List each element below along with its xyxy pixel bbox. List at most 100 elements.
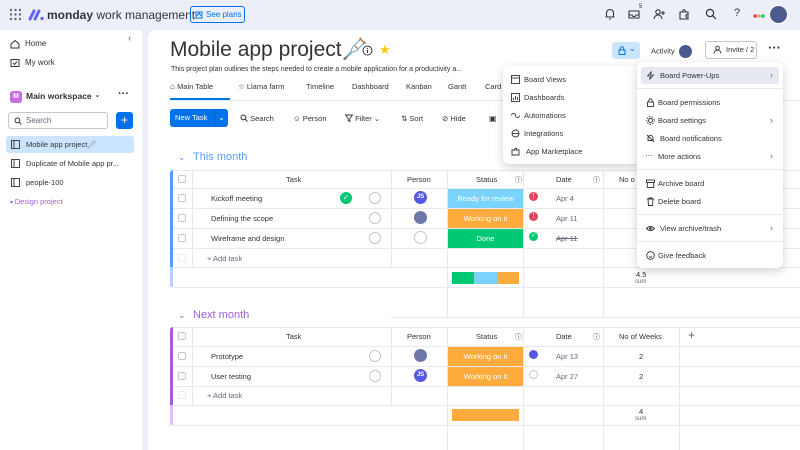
group-collapse-icon[interactable]: ⌄ [178, 310, 186, 321]
column-header-status[interactable]: Status [476, 332, 497, 341]
column-header-task[interactable]: Task [286, 175, 301, 184]
info-icon[interactable] [362, 45, 373, 56]
add-update-icon[interactable] [369, 370, 381, 382]
date-info-icon[interactable]: ⓘ [593, 175, 600, 185]
person-avatar[interactable] [414, 349, 427, 362]
group-collapse-icon[interactable]: ⌄ [178, 152, 186, 163]
sidebar-folder[interactable]: ▾ Design project [10, 197, 63, 206]
more-options-icon[interactable]: ··· [768, 40, 781, 55]
date-info-icon[interactable]: ⓘ [593, 332, 600, 342]
sidebar-board-item[interactable]: Duplicate of Mobile app pr... [6, 155, 134, 172]
menu-item-view-archive-trash[interactable]: View archive/trash › [641, 220, 779, 237]
menu-item-board-views[interactable]: Board Views [503, 71, 640, 88]
favorite-star-icon[interactable]: ★ [379, 42, 391, 58]
collapse-sidebar-icon[interactable]: ‹ [128, 33, 131, 44]
menu-item-board-power-ups[interactable]: Board Power-Ups › [641, 67, 779, 84]
weeks-cell[interactable]: 2 [639, 372, 643, 381]
add-item-button[interactable]: + [116, 112, 133, 129]
status-cell[interactable]: Ready for review [448, 189, 523, 208]
row-checkbox[interactable] [178, 352, 186, 360]
column-header-date[interactable]: Date [556, 332, 572, 341]
menu-item-dashboards[interactable]: Dashboards [503, 89, 640, 106]
group-title[interactable]: This month [193, 151, 247, 163]
status-cell[interactable]: Working on it [448, 367, 523, 386]
sidebar-board-item[interactable]: people-100 [6, 174, 134, 191]
status-info-icon[interactable]: ⓘ [515, 332, 522, 342]
row-checkbox[interactable] [178, 372, 186, 380]
board-lock-button[interactable]: ⌄ [612, 42, 640, 59]
bell-icon[interactable] [603, 7, 619, 23]
hide-tool[interactable]: ⊘ Hide [442, 114, 466, 123]
tab-timeline[interactable]: Timeline [306, 82, 334, 91]
board-description[interactable]: This project plan outlines the steps nee… [171, 66, 462, 73]
date-cell[interactable]: Apr 13 [556, 352, 578, 361]
person-avatar[interactable]: JS [414, 191, 427, 204]
task-name[interactable]: Wireframe and design [211, 234, 284, 243]
apps-puzzle-icon[interactable] [677, 7, 693, 23]
add-column-icon[interactable]: + [688, 328, 695, 342]
page-title[interactable]: Mobile app project🩼 [170, 38, 368, 62]
menu-item-delete-board[interactable]: Delete board [641, 193, 779, 210]
sidebar-board-item[interactable]: Mobile app project🩼 [6, 136, 134, 153]
row-checkbox[interactable] [178, 214, 186, 222]
status-cell[interactable]: Done [448, 229, 523, 248]
person-filter[interactable]: ☺ Person [293, 114, 327, 123]
task-name[interactable]: Kickoff meeting [211, 194, 262, 203]
add-task-input[interactable]: + Add task [207, 391, 242, 400]
person-avatar[interactable] [414, 211, 427, 224]
filter-tool[interactable]: Filter ⌄ [345, 114, 380, 123]
tab-gantt[interactable]: Gantt [448, 82, 466, 91]
status-cell[interactable]: Working on it [448, 347, 523, 366]
person-avatar[interactable]: JS [414, 369, 427, 382]
column-header-status[interactable]: Status [476, 175, 497, 184]
add-update-icon[interactable] [369, 212, 381, 224]
workspace-selector[interactable]: M Main workspace ⌄ ··· [10, 88, 134, 105]
menu-item-more-actions[interactable]: ··· More actions › [641, 148, 779, 165]
apps-grid-icon[interactable] [9, 8, 22, 21]
status-info-icon[interactable]: ⓘ [515, 175, 522, 185]
invite-members-icon[interactable] [652, 7, 668, 23]
date-cell[interactable]: Apr 27 [556, 372, 578, 381]
tab-card[interactable]: Card [485, 82, 501, 91]
search-tool[interactable]: Search [240, 114, 274, 123]
add-update-icon[interactable] [369, 232, 381, 244]
tab-main-table[interactable]: ⌂ Main Table [170, 82, 213, 91]
task-name[interactable]: Defining the scope [211, 214, 273, 223]
empty-person-icon[interactable] [414, 231, 427, 244]
menu-item-board-notifications[interactable]: Board notifications [641, 130, 779, 147]
menu-item-app-marketplace[interactable]: App Marketplace [503, 143, 640, 160]
select-all-checkbox[interactable] [178, 175, 186, 183]
menu-item-integrations[interactable]: Integrations [503, 125, 640, 142]
menu-item-board-settings[interactable]: Board settings › [641, 112, 779, 129]
status-cell[interactable]: Working on it [448, 209, 523, 228]
tab-llama-farm[interactable]: ☆ Llama farm [238, 82, 284, 91]
group-by-icon[interactable]: ▣ [489, 114, 497, 123]
select-all-checkbox[interactable] [178, 332, 186, 340]
date-cell[interactable]: Apr 11 [556, 234, 578, 243]
menu-item-automations[interactable]: Automations [503, 107, 640, 124]
column-header-task[interactable]: Task [286, 332, 301, 341]
menu-item-give-feedback[interactable]: Give feedback [641, 247, 779, 264]
date-cell[interactable]: Apr 4 [556, 194, 574, 203]
group-title[interactable]: Next month [193, 309, 249, 321]
column-header-weeks[interactable]: No of Weeks [619, 332, 662, 341]
column-header-weeks[interactable]: No o [619, 175, 635, 184]
menu-item-board-permissions[interactable]: Board permissions [641, 94, 779, 111]
activity-button[interactable]: Activity [651, 45, 692, 58]
add-update-icon[interactable] [369, 192, 381, 204]
tab-dashboard[interactable]: Dashboard [352, 82, 389, 91]
column-header-person[interactable]: Person [407, 175, 431, 184]
row-checkbox[interactable] [178, 234, 186, 242]
new-task-button[interactable]: New Task ⌄ [170, 109, 228, 127]
add-task-input[interactable]: + Add task [207, 254, 242, 263]
new-task-dropdown-icon[interactable]: ⌄ [214, 109, 228, 127]
weeks-cell[interactable]: 2 [639, 352, 643, 361]
invite-button[interactable]: Invite / 2 [705, 41, 757, 59]
task-name[interactable]: Prototype [211, 352, 243, 361]
sidebar-my-work[interactable]: My work [25, 58, 55, 67]
row-checkbox[interactable] [178, 194, 186, 202]
sidebar-home[interactable]: Home [25, 39, 46, 48]
date-cell[interactable]: Apr 11 [556, 214, 578, 223]
user-avatar[interactable] [769, 5, 788, 24]
sidebar-search-input[interactable]: Search [8, 112, 108, 129]
